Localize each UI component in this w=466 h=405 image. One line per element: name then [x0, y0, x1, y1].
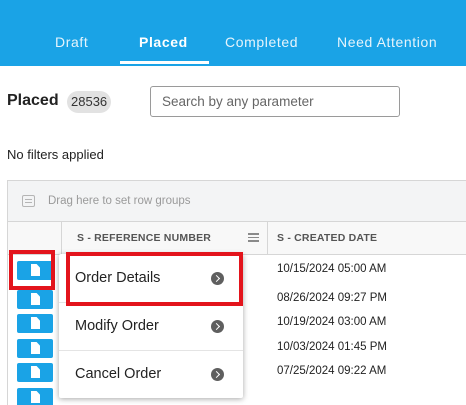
highlight-box-row-action — [9, 250, 55, 290]
column-menu-icon[interactable] — [248, 233, 259, 242]
created-date-cell: 10/19/2024 03:00 AM — [277, 316, 387, 328]
menu-item-modify-order[interactable]: Modify Order — [59, 302, 243, 350]
tab-draft[interactable]: Draft — [55, 34, 88, 50]
document-icon — [31, 366, 40, 378]
menu-item-cancel-order[interactable]: Cancel Order — [59, 350, 243, 398]
column-separator — [61, 222, 62, 255]
document-icon — [31, 317, 40, 329]
row-group-drop-zone[interactable]: Drag here to set row groups — [8, 181, 466, 222]
highlight-box-order-details — [66, 252, 243, 306]
created-date-cell: 08/26/2024 09:27 PM — [277, 292, 387, 304]
tab-completed[interactable]: Completed — [225, 34, 298, 50]
active-tab-indicator — [120, 61, 209, 64]
order-details-button[interactable] — [17, 339, 53, 358]
column-separator — [267, 222, 268, 255]
top-navigation: Draft Placed Completed Need Attention — [0, 0, 466, 66]
column-header-created-date[interactable]: S - CREATED DATE — [277, 232, 377, 244]
order-details-button[interactable] — [17, 363, 53, 382]
row-group-hint: Drag here to set row groups — [48, 195, 191, 207]
chevron-circle-right-icon — [211, 368, 224, 381]
tab-placed[interactable]: Placed — [139, 34, 188, 50]
order-details-button[interactable] — [17, 388, 53, 405]
filters-status: No filters applied — [7, 147, 104, 162]
created-date-cell: 10/15/2024 05:00 AM — [277, 263, 387, 275]
document-icon — [31, 293, 40, 305]
tab-need-attention[interactable]: Need Attention — [337, 34, 437, 50]
document-icon — [31, 391, 40, 403]
search-input[interactable] — [150, 86, 400, 117]
menu-item-label: Modify Order — [75, 318, 159, 334]
column-header-reference-number[interactable]: S - REFERENCE NUMBER — [77, 232, 211, 244]
order-details-button[interactable] — [17, 314, 53, 333]
document-icon — [31, 342, 40, 354]
chevron-circle-right-icon — [211, 320, 224, 333]
grid-header: S - REFERENCE NUMBER S - CREATED DATE — [8, 222, 466, 255]
row-groups-icon — [22, 195, 35, 207]
order-details-button[interactable] — [17, 290, 53, 309]
count-badge: 28536 — [67, 91, 112, 113]
created-date-cell: 10/03/2024 01:45 PM — [277, 341, 387, 353]
page-title: Placed — [7, 92, 59, 109]
created-date-cell: 07/25/2024 09:22 AM — [277, 365, 387, 377]
menu-item-label: Cancel Order — [75, 366, 162, 382]
